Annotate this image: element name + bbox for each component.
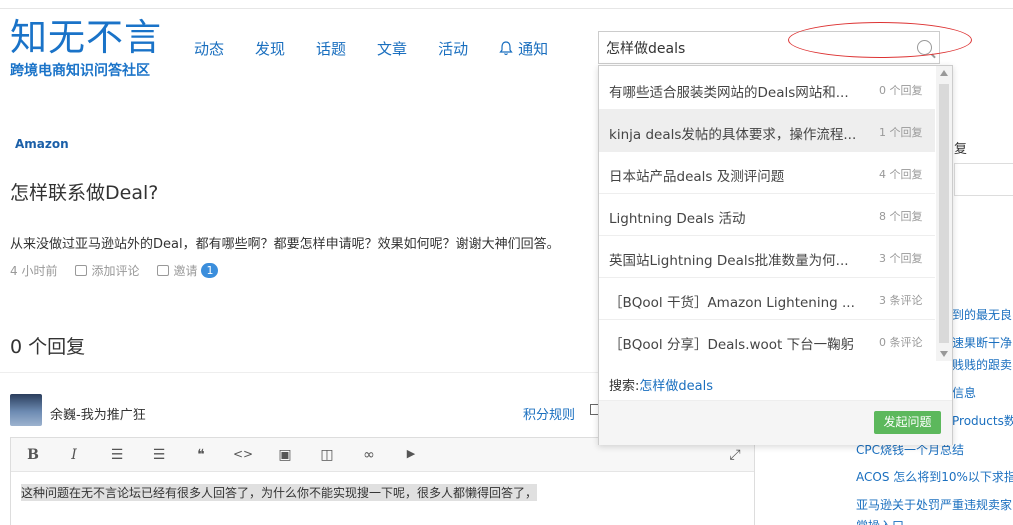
logo-subtitle: 跨境电商知识问答社区 [10,63,150,79]
sidebar-link[interactable]: 到的最无良 [952,306,1012,323]
suggestion-count: 1 个回复 [879,126,923,139]
nav-item-notifications[interactable]: 通知 [499,38,548,59]
question-meta: 4 小时前 添加评论 邀请 1 [10,262,236,279]
scroll-down-icon[interactable] [940,351,948,357]
invite-label: 邀请 [173,264,198,278]
avatar[interactable] [10,394,42,426]
search-all-keyword: 怎样做deals [639,379,713,394]
logo-title: 知无不言 [10,16,162,59]
suggestion-title: ［BQool 干货］Amazon Lightening ... [609,295,855,311]
search-all-link[interactable]: 搜索:怎样做deals [609,375,713,394]
main-nav: 动态 发现 话题 文章 活动 通知 [194,38,579,59]
suggestion-item[interactable]: ［BQool 分享］Deals.woot 下台一鞠躬 0 条评论 [599,320,935,362]
nav-item-discover[interactable]: 发现 [255,38,285,59]
add-comment-link[interactable]: 添加评论 [75,262,139,279]
topic-tag[interactable]: Amazon [15,137,69,151]
suggestion-title: Lightning Deals 活动 [609,211,746,227]
score-rules-link[interactable]: 积分规则 [523,404,575,423]
suggestion-count: 3 个回复 [879,252,923,265]
code-icon[interactable]: <> [233,447,253,461]
suggestion-count: 4 个回复 [879,168,923,181]
sidebar-heading-fragment: 复 [954,142,968,157]
suggestion-item[interactable]: Lightning Deals 活动 8 个回复 [599,194,935,236]
editor-content[interactable]: 这种问题在无不言论坛已经有很多人回答了，为什么你不能实现搜一下呢，很多人都懒得回… [21,484,538,501]
sidebar-link[interactable]: 速果断干净 [952,334,1012,351]
suggestion-count: 0 条评论 [879,336,923,349]
scroll-up-icon[interactable] [940,70,948,76]
suggestion-item[interactable]: ［BQool 干货］Amazon Lightening ... 3 条评论 [599,278,935,320]
bell-icon [499,41,513,56]
invite-link[interactable]: 邀请 1 [157,262,219,279]
suggestion-count: 0 个回复 [879,84,923,97]
invite-count-badge: 1 [201,263,219,278]
question-body: 从来没做过亚马逊站外的Deal，都有哪些啊？都要怎样申请呢？效果如何呢？谢谢大神… [10,237,560,252]
answers-count: 0 个回复 [10,336,86,358]
quote-icon[interactable]: ❝ [191,447,211,463]
invite-icon [157,265,170,276]
sidebar-link[interactable]: Products数 [952,412,1013,429]
video-icon[interactable]: ▶ [401,447,421,460]
link-icon[interactable]: ∞ [359,447,379,463]
suggestion-item[interactable]: kinja deals发帖的具体要求，操作流程... 1 个回复 [599,110,935,152]
sidebar-link[interactable]: 常操入口 [856,517,904,525]
add-comment-label: 添加评论 [91,264,140,278]
dropdown-scrollbar[interactable] [936,66,952,361]
question-time: 4 小时前 [10,264,58,278]
suggestion-title: 英国站Lightning Deals批准数量为何... [609,253,849,269]
fullscreen-icon[interactable]: ⤢ [725,447,745,463]
unordered-list-icon[interactable]: ☰ [149,447,169,463]
italic-icon[interactable]: I [64,447,84,463]
image-icon[interactable]: ▣ [275,447,295,463]
suggestion-item[interactable]: 有哪些适合服装类网站的Deals网站和... 0 个回复 [599,68,935,110]
username[interactable]: 余巍-我为推广狂 [50,404,146,423]
suggestion-count: 8 个回复 [879,210,923,223]
suggestion-title: 有哪些适合服装类网站的Deals网站和... [609,85,849,101]
suggestion-count: 3 条评论 [879,294,923,307]
nav-item-events[interactable]: 活动 [438,38,468,59]
bold-icon[interactable]: B [23,447,43,463]
question-title: 怎样联系做Deal? [10,182,159,204]
suggestion-item[interactable]: 英国站Lightning Deals批准数量为何... 3 个回复 [599,236,935,278]
suggestion-title: ［BQool 分享］Deals.woot 下台一鞠躬 [609,337,855,353]
dropdown-footer: 发起问题 [599,400,952,445]
sidebar-link[interactable]: 亚马逊关于处罚严重违规卖家 [856,496,1012,513]
sidebar-link[interactable]: 贱贱的跟卖 [952,356,1012,373]
suggestion-item[interactable]: 日本站产品deals 及测评问题 4 个回复 [599,152,935,194]
comment-icon [75,265,88,276]
suggestion-title: kinja deals发帖的具体要求，操作流程... [609,127,857,143]
site-logo[interactable]: 知无不言 跨境电商知识问答社区 [10,18,162,80]
nav-item-topics[interactable]: 话题 [316,38,346,59]
sidebar-box [954,163,1013,196]
attachment-icon[interactable]: ◫ [317,447,337,463]
nav-notify-label: 通知 [518,40,549,58]
ordered-list-icon[interactable]: ☰ [107,447,127,463]
scroll-thumb[interactable] [939,84,949,343]
ask-question-button[interactable]: 发起问题 [874,411,941,434]
answer-editor: B I ☰ ☰ ❝ <> ▣ ◫ ∞ ▶ ⤢ 这种问题在无不言论坛已经有很多人回… [10,437,755,525]
search-suggestions-dropdown: 有哪些适合服装类网站的Deals网站和... 0 个回复 kinja deals… [598,65,953,445]
search-all-prefix: 搜索: [609,379,640,394]
sidebar-link[interactable]: 信息 [952,384,976,401]
nav-item-feed[interactable]: 动态 [194,38,224,59]
sidebar-link[interactable]: ACOS 怎么将到10%以下求指 [856,468,1013,485]
nav-item-articles[interactable]: 文章 [377,38,407,59]
suggestion-title: 日本站产品deals 及测评问题 [609,169,785,185]
